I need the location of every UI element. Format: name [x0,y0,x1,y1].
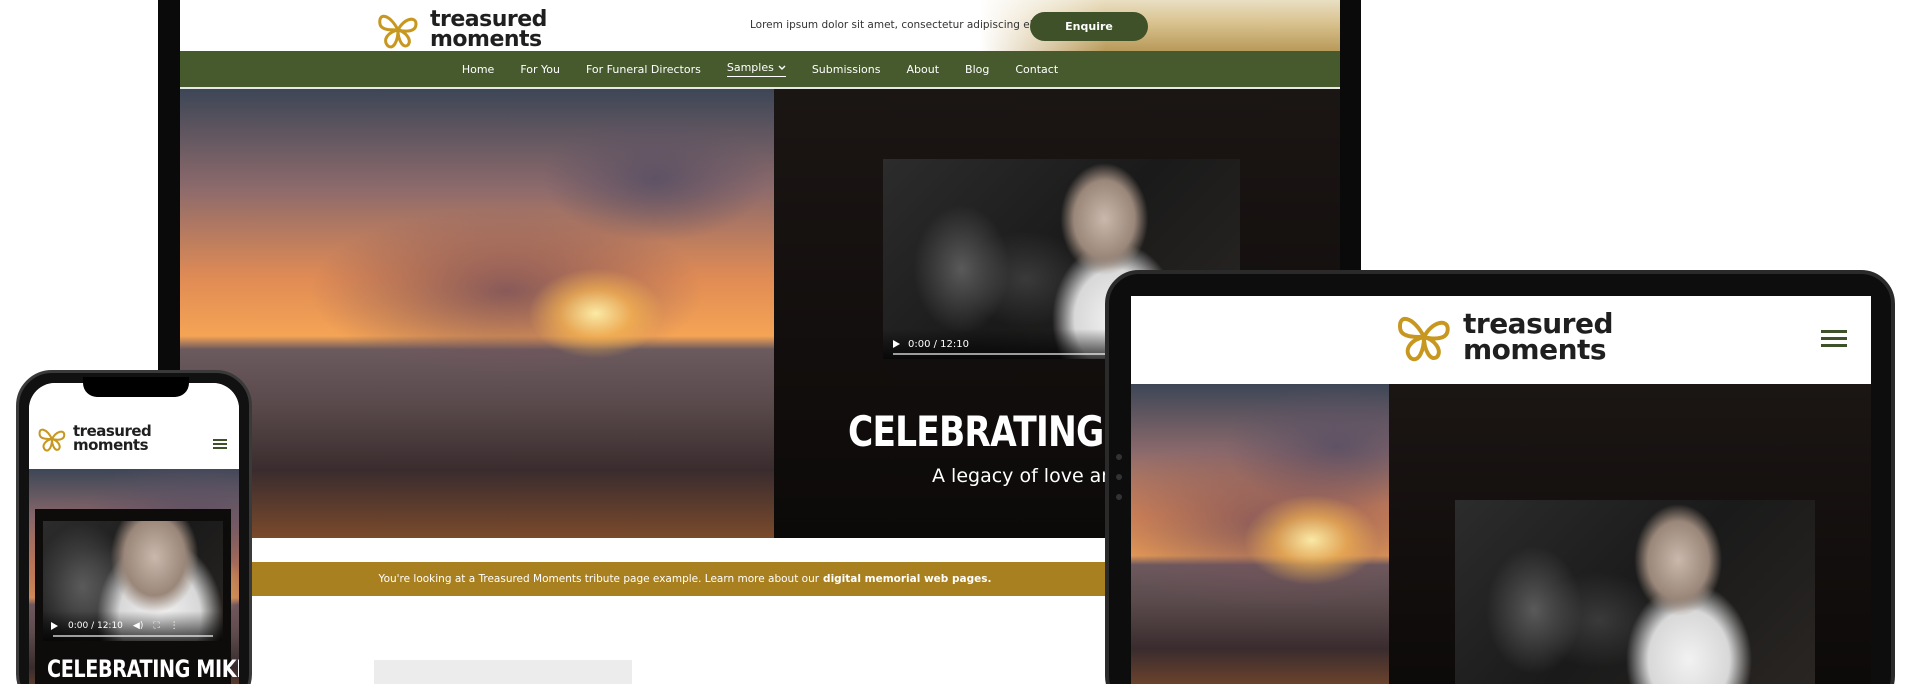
video-time: 0:00 / 12:10 [908,338,970,350]
butterfly-logo-icon [378,15,418,49]
tablet-button [1116,474,1122,480]
tablet-device: treasured moments [1105,270,1895,684]
site-logo[interactable]: treasured moments [1395,310,1614,366]
tribute-video-player[interactable]: 0:00 / 12:10 ◀) ⛶ ⋮ [43,521,223,641]
play-icon[interactable] [893,340,900,348]
site-logo[interactable]: treasured moments [37,424,152,454]
fullscreen-icon[interactable]: ⛶ [153,621,159,631]
enquire-button[interactable]: Enquire [1030,12,1148,41]
hamburger-icon[interactable] [1821,330,1847,347]
tribute-video-player[interactable] [1455,500,1815,684]
tablet-button [1116,494,1122,500]
nav-item-for-funeral-directors[interactable]: For Funeral Directors [586,63,701,76]
banner-text: You're looking at a Treasured Moments tr… [378,573,820,585]
sample-notice-banner: You're looking at a Treasured Moments tr… [180,562,1190,596]
phone-screen: treasured moments 0:00 / 12:10 ◀) ⛶ ⋮ CE… [29,383,239,684]
sunset-image [1131,384,1389,684]
butterfly-logo-icon [38,428,66,452]
play-icon[interactable] [51,622,58,630]
logo-line-2: moments [73,436,149,454]
nav-item-home[interactable]: Home [462,63,494,76]
main-navigation: Home For You For Funeral Directors Sampl… [180,51,1340,89]
tablet-button [1116,454,1122,460]
nav-item-about[interactable]: About [907,63,940,76]
nav-item-submissions[interactable]: Submissions [812,63,881,76]
hero-subtitle: A legacy of love and [932,465,1126,487]
content-placeholder [374,660,632,684]
chevron-down-icon [778,65,786,70]
nav-item-blog[interactable]: Blog [965,63,989,76]
nav-item-for-you[interactable]: For You [520,63,560,76]
tablet-hero-section [1131,384,1871,684]
nav-item-samples[interactable]: Samples [726,61,786,77]
nav-item-contact[interactable]: Contact [1015,63,1058,76]
video-progress-bar[interactable] [53,635,213,637]
volume-icon[interactable]: ◀) [133,621,143,631]
phone-device: treasured moments 0:00 / 12:10 ◀) ⛶ ⋮ CE… [16,370,252,684]
hero-title: CELEBRATING MIKE [47,655,239,683]
banner-link[interactable]: digital memorial web pages. [823,573,991,585]
hamburger-icon[interactable] [213,439,227,449]
device-mockup-stage: treasured moments Lorem ipsum dolor sit … [0,0,1920,684]
logo-wordmark: treasured moments [430,8,547,53]
header-tagline: Lorem ipsum dolor sit amet, consectetur … [750,19,1040,31]
tablet-header: treasured moments [1131,296,1871,384]
sunset-image [180,89,774,538]
phone-hero-section: 0:00 / 12:10 ◀) ⛶ ⋮ CELEBRATING MIKE [29,469,239,684]
site-logo[interactable]: treasured moments [376,8,547,53]
phone-notch [83,377,189,397]
butterfly-logo-icon [1398,317,1450,362]
more-options-icon[interactable]: ⋮ [170,621,179,631]
desktop-header: treasured moments Lorem ipsum dolor sit … [180,0,1340,51]
logo-wordmark: treasured moments [1463,310,1614,366]
video-time: 0:00 / 12:10 [68,621,123,631]
tablet-screen: treasured moments [1131,296,1871,684]
logo-line-2: moments [430,27,542,53]
nav-item-samples-label: Samples [726,61,774,74]
tablet-side-buttons [1116,454,1122,500]
logo-line-2: moments [1463,333,1607,366]
logo-wordmark: treasured moments [73,424,152,454]
